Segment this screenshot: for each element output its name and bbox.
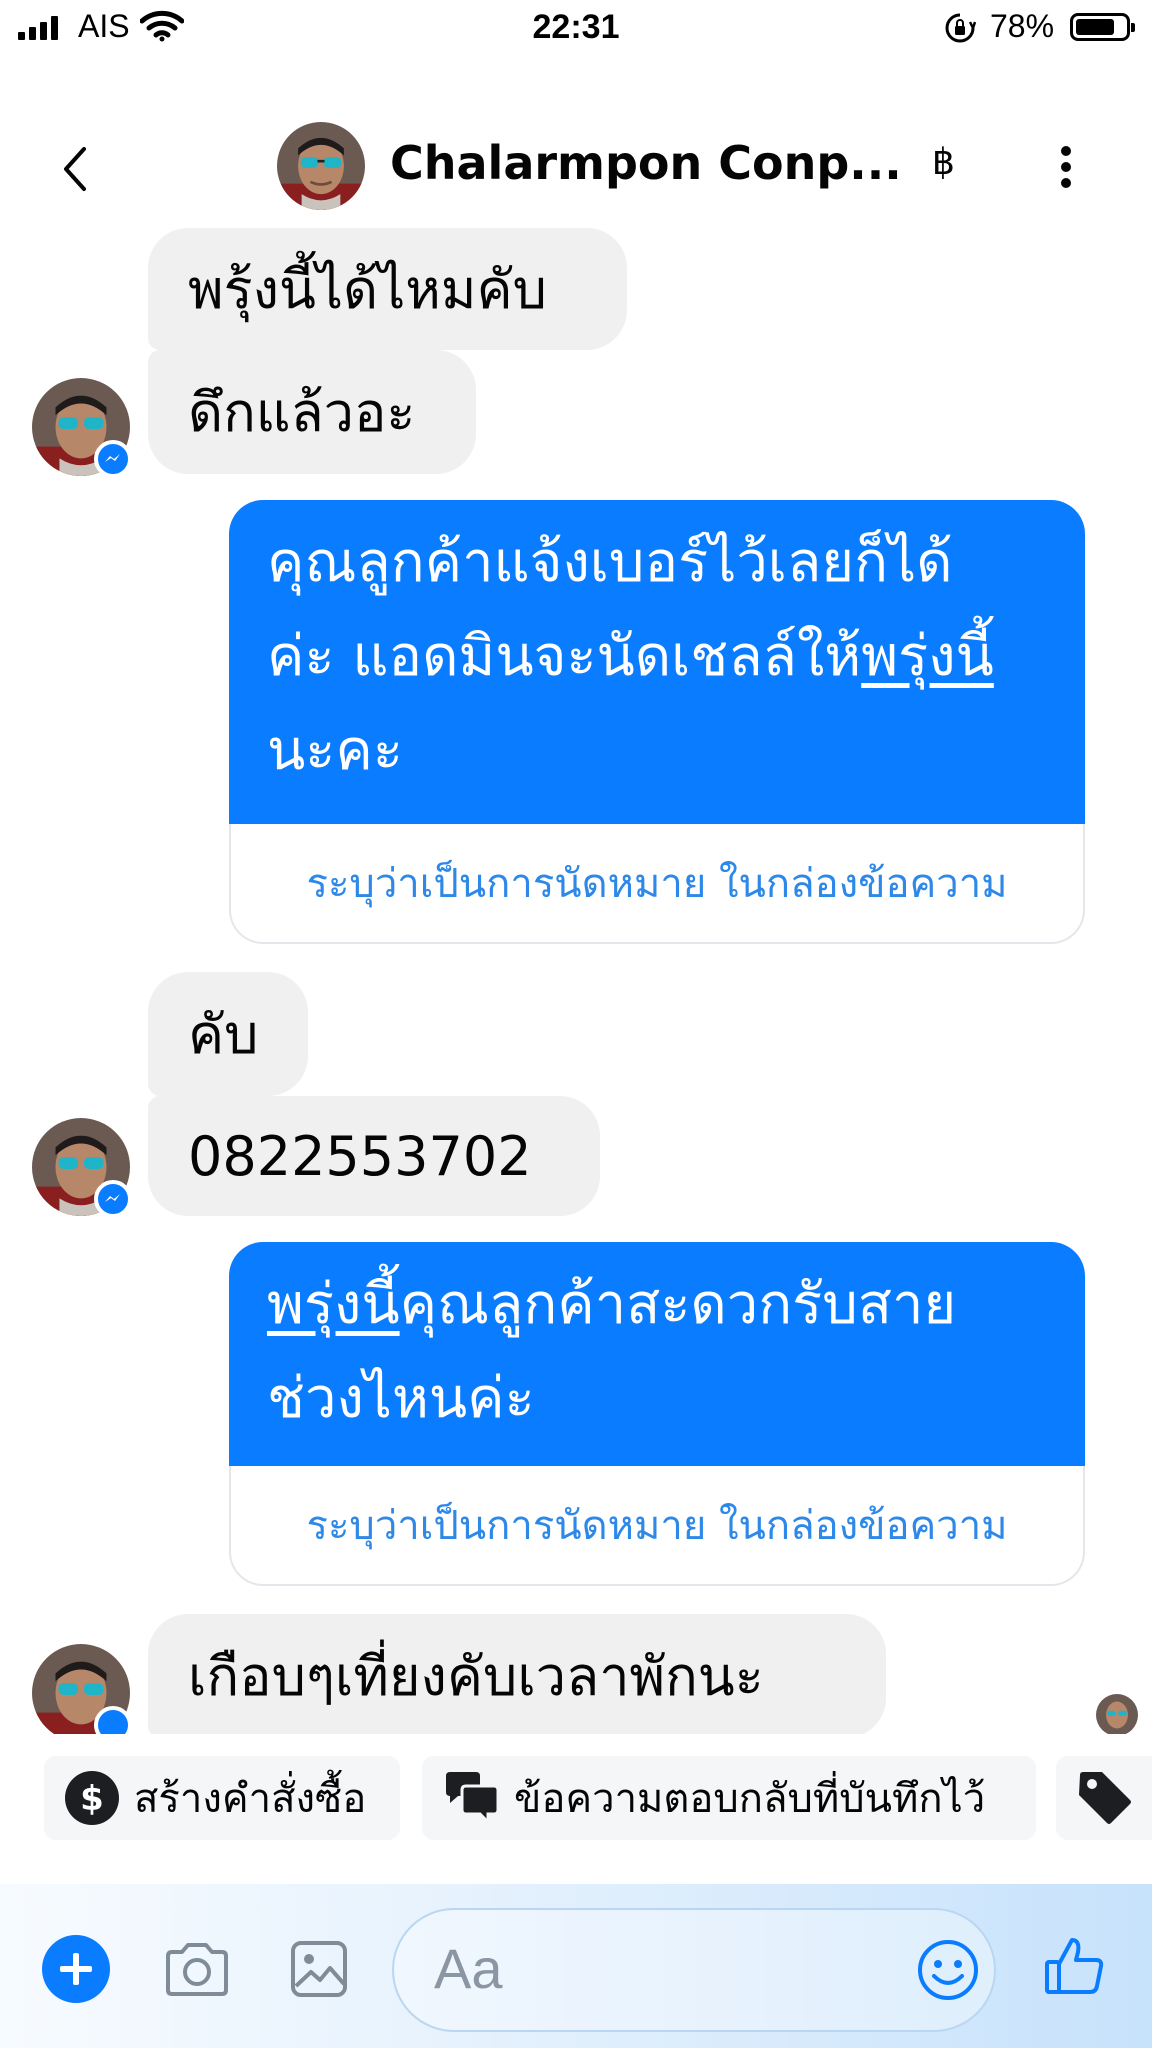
message-input-placeholder: Aa bbox=[434, 1937, 503, 2000]
incoming-message[interactable]: 0822553702 bbox=[148, 1096, 600, 1216]
message-text: 0822553702 bbox=[188, 1124, 532, 1188]
payment-baht-icon[interactable]: ฿ bbox=[932, 142, 955, 183]
emoji-icon[interactable] bbox=[916, 1938, 980, 2002]
plus-icon[interactable] bbox=[42, 1935, 110, 2003]
battery-percentage: 78% bbox=[990, 8, 1055, 44]
status-bar: AIS 22:31 78% bbox=[0, 0, 1152, 60]
chip-label: สร้างคำสั่งซื้อ bbox=[134, 1776, 367, 1822]
incoming-message[interactable]: ดึกแล้วอะ bbox=[148, 350, 476, 474]
message-list-clip: เกือบๆเที่ยงคับเวลาพักนะ bbox=[0, 1600, 1152, 1734]
message-line: พรุ่งนี้คุณลูกค้าสะดวกรับสาย bbox=[267, 1272, 957, 1337]
messenger-badge-icon bbox=[94, 440, 132, 478]
seen-receipt-avatar bbox=[1096, 1694, 1138, 1734]
outgoing-message[interactable]: คุณลูกค้าแจ้งเบอร์ไว้เลยก็ได้ ค่ะ แอดมิน… bbox=[229, 500, 1085, 824]
gallery-icon[interactable] bbox=[290, 1940, 348, 1998]
message-text: ดึกแล้วอะ bbox=[188, 381, 416, 444]
camera-icon[interactable] bbox=[162, 1942, 232, 1998]
composer-bar: Aa bbox=[0, 1884, 1152, 2048]
message-input[interactable]: Aa bbox=[392, 1908, 996, 2032]
saved-replies-chip[interactable]: ข้อความตอบกลับที่บันทึกไว้ bbox=[422, 1756, 1036, 1840]
dollar-circle-icon: $ bbox=[65, 1771, 119, 1825]
create-order-chip[interactable]: $ สร้างคำสั่งซื้อ bbox=[44, 1756, 400, 1840]
saved-replies-icon bbox=[446, 1772, 500, 1826]
svg-text:$: $ bbox=[80, 1779, 104, 1819]
date-link[interactable]: พรุ่งนี้ bbox=[861, 624, 994, 689]
label-chip[interactable] bbox=[1056, 1756, 1152, 1840]
orientation-lock-icon bbox=[945, 13, 976, 43]
back-chevron-icon[interactable] bbox=[60, 145, 90, 193]
date-link[interactable]: พรุ่งนี้ bbox=[267, 1272, 400, 1337]
conversation-header: Chalarmpon Conp... ฿ bbox=[0, 70, 1152, 225]
incoming-message[interactable]: พรุ้งนี้ได้ไหมคับ bbox=[148, 228, 627, 350]
message-line: ค่ะ แอดมินจะนัดเชลล์ให้พรุ่งนี้ bbox=[267, 624, 994, 689]
more-options-icon[interactable] bbox=[1060, 146, 1072, 194]
battery-icon bbox=[1070, 13, 1135, 41]
tag-icon bbox=[1079, 1772, 1131, 1824]
incoming-message[interactable]: เกือบๆเที่ยงคับเวลาพักนะ bbox=[148, 1614, 886, 1734]
messenger-badge-icon bbox=[94, 1180, 132, 1218]
message-text: พรุ้งนี้ได้ไหมคับ bbox=[188, 258, 547, 321]
thumbs-up-icon[interactable] bbox=[1044, 1936, 1106, 1996]
mark-as-appointment-link[interactable]: ระบุว่าเป็นการนัดหมาย ในกล่องข้อความ bbox=[229, 824, 1085, 944]
message-text: เกือบๆเที่ยงคับเวลาพักนะ bbox=[188, 1645, 764, 1708]
outgoing-message[interactable]: พรุ่งนี้คุณลูกค้าสะดวกรับสาย ช่วงไหนค่ะ bbox=[229, 1242, 1085, 1466]
incoming-message[interactable]: คับ bbox=[148, 972, 308, 1096]
clock: 22:31 bbox=[532, 8, 620, 46]
message-line: ช่วงไหนค่ะ bbox=[267, 1366, 535, 1431]
message-line: คุณลูกค้าแจ้งเบอร์ไว้เลยก็ได้ bbox=[267, 530, 953, 595]
mark-as-appointment-link[interactable]: ระบุว่าเป็นการนัดหมาย ในกล่องข้อความ bbox=[229, 1466, 1085, 1586]
message-text: คับ bbox=[188, 1003, 259, 1066]
message-line: นะคะ bbox=[267, 718, 403, 783]
contact-avatar[interactable] bbox=[277, 122, 365, 210]
chip-label: ข้อความตอบกลับที่บันทึกไว้ bbox=[514, 1776, 986, 1822]
contact-name[interactable]: Chalarmpon Conp... bbox=[390, 136, 902, 190]
